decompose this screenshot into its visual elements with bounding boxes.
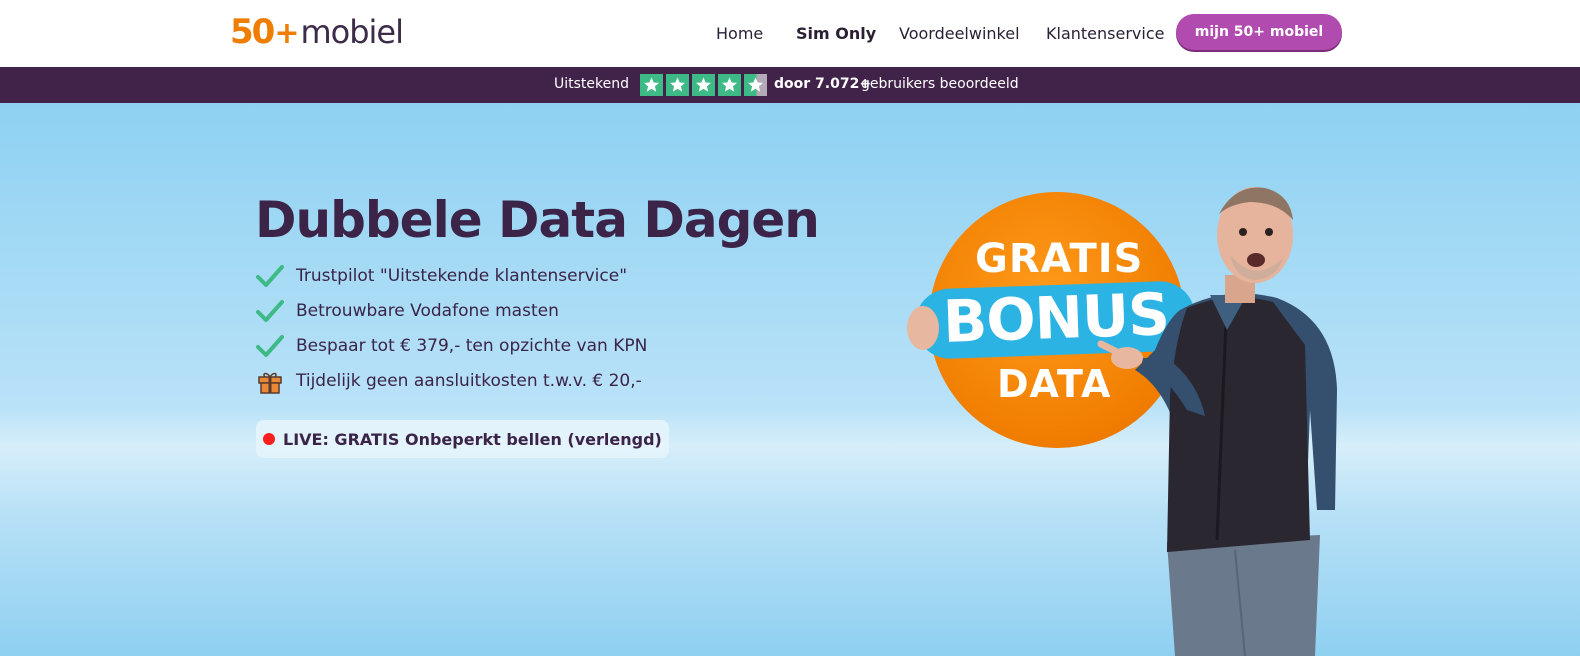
usp-item: Betrouwbare Vodafone masten bbox=[256, 297, 559, 325]
usp-text: Tijdelijk geen aansluitkosten t.w.v. € 2… bbox=[296, 371, 642, 391]
live-text: LIVE: GRATIS Onbeperkt bellen (verlengd) bbox=[283, 429, 662, 449]
logo-plus: + bbox=[274, 16, 300, 51]
star-icon bbox=[718, 74, 741, 96]
logo-number: 50 bbox=[230, 12, 275, 52]
check-icon bbox=[256, 335, 284, 357]
usp-item: Bespaar tot € 379,- ten opzichte van KPN bbox=[256, 332, 647, 360]
review-suffix: gebruikers beoordeeld bbox=[861, 76, 1019, 92]
usp-item: Tijdelijk geen aansluitkosten t.w.v. € 2… bbox=[256, 367, 642, 395]
usp-text: Bespaar tot € 379,- ten opzichte van KPN bbox=[296, 336, 648, 356]
man-pointing-image bbox=[907, 187, 1337, 656]
usp-item: Trustpilot "Uitstekende klantenservice" bbox=[256, 262, 627, 290]
star-icon bbox=[666, 74, 689, 96]
live-banner[interactable]: LIVE: GRATIS Onbeperkt bellen (verlengd) bbox=[256, 420, 669, 458]
nav-home[interactable]: Home bbox=[716, 24, 763, 43]
review-bar: Uitstekend door 7.072+ gebruikers beoord… bbox=[0, 67, 1580, 103]
nav-voordeelwinkel[interactable]: Voordeelwinkel bbox=[899, 24, 1020, 43]
site-header: 50 + mobiel Home Sim Only Voordeelwinkel… bbox=[0, 0, 1580, 67]
usp-text: Trustpilot "Uitstekende klantenservice" bbox=[296, 266, 628, 286]
hero-title: Dubbele Data Dagen bbox=[255, 191, 820, 249]
live-dot-icon bbox=[263, 433, 275, 445]
rating-label: Uitstekend bbox=[554, 76, 630, 92]
review-count: door 7.072+ bbox=[774, 76, 872, 92]
star-icon bbox=[640, 74, 663, 96]
usp-text: Betrouwbare Vodafone masten bbox=[296, 301, 559, 321]
nav-sim-only[interactable]: Sim Only bbox=[796, 24, 876, 43]
star-icon bbox=[692, 74, 715, 96]
trustpilot-stars bbox=[640, 74, 767, 96]
logo[interactable]: 50 + mobiel bbox=[230, 12, 404, 54]
logo-word: mobiel bbox=[300, 13, 404, 51]
check-icon bbox=[256, 265, 284, 287]
account-button[interactable]: mijn 50+ mobiel bbox=[1176, 14, 1342, 50]
nav-klantenservice[interactable]: Klantenservice bbox=[1046, 24, 1164, 43]
gift-icon bbox=[258, 372, 282, 394]
check-icon bbox=[256, 300, 284, 322]
half-star-icon bbox=[744, 74, 767, 96]
promo-graphic: GRATIS BONUS DATA bbox=[905, 180, 1345, 656]
